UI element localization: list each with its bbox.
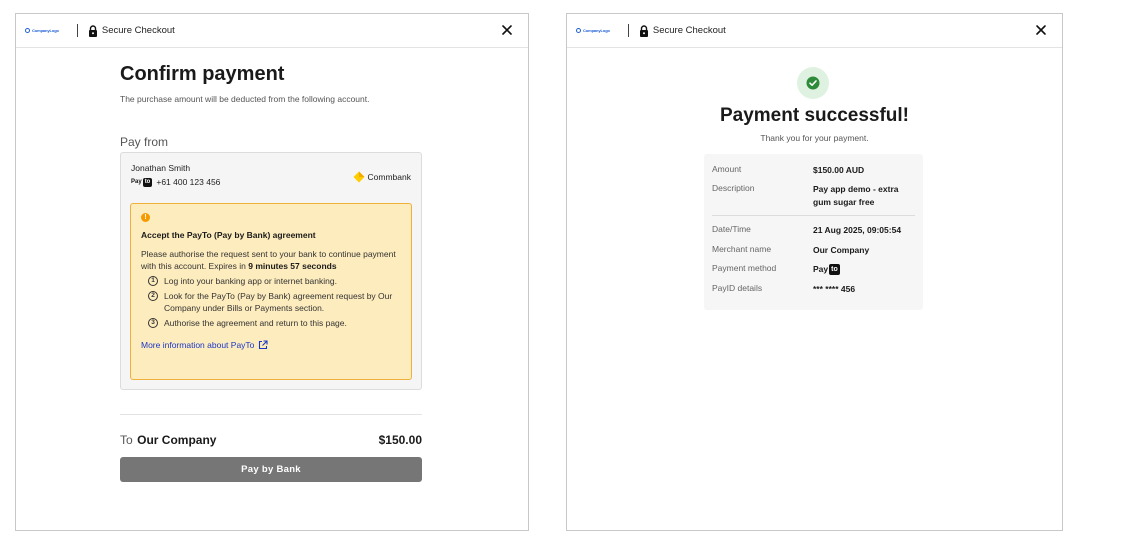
close-button[interactable]	[500, 23, 514, 37]
close-icon[interactable]	[1034, 23, 1048, 37]
logo-text: CompanyLogo	[583, 28, 610, 33]
payment-summary-row: To Our Company $150.00	[120, 431, 422, 449]
receipt-row: Date/Time 21 Aug 2025, 09:05:54	[712, 224, 918, 237]
step-text: Look for the PayTo (Pay by Bank) agreeme…	[164, 291, 393, 313]
lock-icon	[88, 24, 98, 37]
receipt-label: Amount	[712, 164, 742, 174]
payto-logo: Pay to	[131, 177, 153, 187]
receipt-value: Our Company	[813, 245, 870, 255]
payment-receipt: Amount $150.00 AUD Description Pay app d…	[704, 154, 923, 310]
agreement-step: 2 Look for the PayTo (Pay by Bank) agree…	[141, 290, 401, 314]
lock-icon	[639, 24, 649, 37]
payto-logo-mark: to	[829, 264, 840, 275]
receipt-label: Date/Time	[712, 224, 751, 234]
account-phone: +61 400 123 456	[156, 177, 221, 187]
account-card[interactable]: Jonathan Smith Pay to +61 400 123 456 Co…	[120, 152, 422, 390]
logo-text: CompanyLogo	[32, 28, 59, 33]
payment-method-logo: Pay to	[813, 263, 918, 276]
payto-logo-mark: to	[142, 177, 153, 187]
receipt-value: 21 Aug 2025, 09:05:54	[813, 225, 902, 235]
pay-from-label: Pay from	[120, 135, 169, 149]
pay-by-bank-button[interactable]: Pay by Bank	[120, 457, 422, 482]
header-divider	[627, 24, 629, 37]
agreement-title: Accept the PayTo (Pay by Bank) agreement	[141, 230, 316, 240]
checkout-header: CompanyLogo Secure Checkout	[16, 14, 528, 48]
logo-mark	[25, 28, 30, 33]
receipt-row: Description Pay app demo - extra gum sug…	[712, 183, 918, 209]
step-text: Log into your banking app or internet ba…	[164, 276, 337, 286]
total-divider	[120, 414, 422, 415]
confirm-body: Confirm payment The purchase amount will…	[120, 60, 422, 390]
warning-icon: !	[141, 213, 150, 222]
page-subtitle: The purchase amount will be deducted fro…	[120, 94, 370, 104]
bank-badge: Commbank	[353, 171, 411, 183]
receipt-row: Amount $150.00 AUD	[712, 164, 918, 177]
success-title: Payment successful!	[719, 105, 910, 126]
payee: To Our Company	[120, 431, 216, 449]
confirm-payment-panel: CompanyLogo Secure Checkout Confirm paym…	[15, 13, 529, 531]
total-amount: $150.00	[378, 433, 422, 447]
receipt-value: Pay app demo - extra gum sugar free	[813, 184, 899, 207]
step-number-icon: 2	[148, 291, 158, 301]
payment-method-text: Pay	[813, 264, 829, 274]
payto-info-link-text[interactable]: More information about PayTo	[141, 340, 254, 350]
receipt-row: Payment method Pay to	[712, 263, 918, 276]
success-subtitle: Thank you for your payment.	[760, 133, 869, 143]
company-logo: CompanyLogo	[576, 28, 610, 33]
header-title: Secure Checkout	[101, 25, 175, 36]
receipt-label: Description	[712, 183, 755, 193]
agreement-steps: 1 Log into your banking app or internet …	[141, 275, 401, 329]
merchant-name: Our Company	[137, 433, 217, 447]
page-title: Confirm payment	[120, 63, 285, 85]
payto-logo-text: Pay	[131, 179, 142, 185]
logo-mark	[576, 28, 581, 33]
step-text: Authorise the agreement and return to th…	[164, 318, 347, 328]
receipt-row: PayID details *** **** 456	[712, 283, 918, 296]
receipt-label: PayID details	[712, 283, 763, 293]
header-title: Secure Checkout	[652, 25, 726, 36]
receipt-row: Merchant name Our Company	[712, 244, 918, 257]
agreement-step: 3 Authorise the agreement and return to …	[141, 317, 401, 329]
checkout-header: CompanyLogo Secure Checkout	[567, 14, 1062, 48]
to-label: To	[120, 433, 133, 447]
close-button[interactable]	[1034, 23, 1048, 37]
commbank-icon	[353, 171, 365, 183]
agreement-step: 1 Log into your banking app or internet …	[141, 275, 401, 287]
step-number-icon: 1	[148, 276, 158, 286]
check-circle-icon	[797, 67, 829, 99]
payment-success-panel: CompanyLogo Secure Checkout Payment succ…	[566, 13, 1063, 531]
receipt-divider	[712, 215, 915, 216]
receipt-value: $150.00 AUD	[813, 165, 865, 175]
receipt-label: Merchant name	[712, 244, 772, 254]
step-number-icon: 3	[148, 318, 158, 328]
close-icon[interactable]	[500, 23, 514, 37]
receipt-label: Payment method	[712, 263, 777, 273]
agreement-description: Please authorise the request sent to you…	[141, 248, 401, 272]
payto-agreement-notice: ! Accept the PayTo (Pay by Bank) agreeme…	[130, 203, 412, 380]
receipt-value: *** **** 456	[813, 284, 856, 294]
payto-info-link[interactable]: More information about PayTo	[141, 340, 401, 350]
external-link-icon[interactable]	[258, 340, 268, 350]
company-logo: CompanyLogo	[25, 28, 59, 33]
bank-name: Commbank	[367, 172, 411, 182]
agreement-expiry: 9 minutes 57 seconds	[248, 261, 337, 271]
header-divider	[76, 24, 78, 37]
